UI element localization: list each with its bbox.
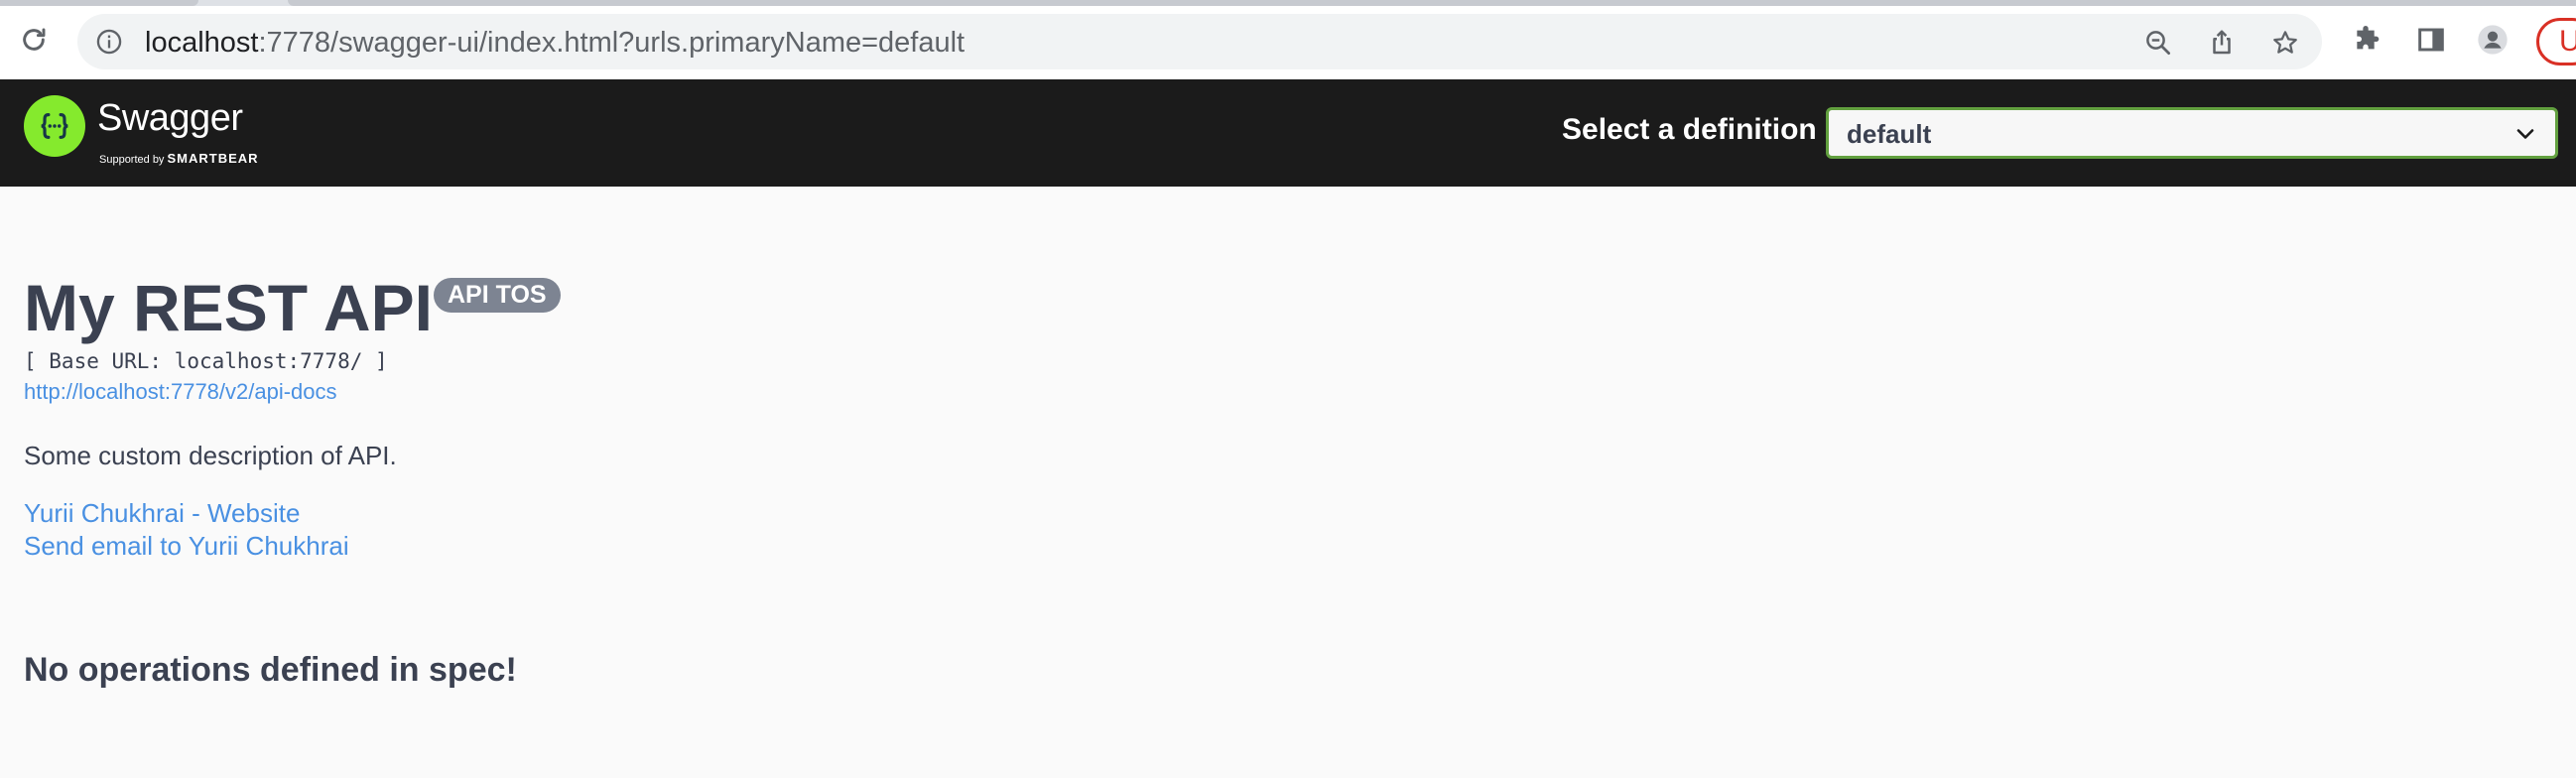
tab-strip [0,0,2576,6]
logo-sub-brand: SMARTBEAR [167,151,259,166]
browser-toolbar: localhost:7778/swagger-ui/index.html?url… [0,0,2576,79]
chevron-down-icon [2516,129,2534,139]
zoom-out-icon[interactable] [2143,28,2173,58]
url-host: localhost [145,27,259,59]
base-url: [ Base URL: localhost:7778/ ] [24,349,388,373]
tab-inactive-left[interactable] [0,0,198,6]
profile-button[interactable]: U [2536,18,2576,65]
reload-icon [23,28,46,51]
url-path: :7778/swagger-ui/index.html?urls.primary… [258,27,966,59]
share-icon[interactable] [2207,28,2237,58]
contact-email-link[interactable]: Send email to Yurii Chukhrai [24,531,349,562]
definition-select[interactable]: default [1826,107,2558,159]
swagger-logo-text: Swagger [97,97,243,139]
address-bar[interactable]: localhost:7778/swagger-ui/index.html?url… [77,14,2322,69]
site-info-icon[interactable] [95,28,123,56]
contact-website-link[interactable]: Yurii Chukhrai - Website [24,498,300,529]
logo-sub-prefix: Supported by [99,154,165,166]
swagger-logo-icon [24,95,85,157]
swagger-logo-subtitle: Supported by SMARTBEAR [99,151,259,166]
extensions-puzzle-icon[interactable] [2350,24,2382,56]
swagger-logo[interactable]: Swagger Supported by SMARTBEAR [24,95,282,171]
side-panel-icon[interactable] [2415,24,2447,56]
api-version-badge: API TOS [434,278,561,313]
address-url[interactable]: localhost:7778/swagger-ui/index.html?url… [145,27,965,60]
reload-button[interactable] [14,20,54,60]
account-avatar-icon[interactable] [2477,24,2509,56]
api-docs-link[interactable]: http://localhost:7778/v2/api-docs [24,379,337,405]
bookmark-star-icon[interactable] [2270,28,2300,58]
no-operations-message: No operations defined in spec! [24,651,517,689]
tab-inactive-right[interactable] [288,0,2576,6]
select-definition-label: Select a definition [1562,113,1817,146]
definition-select-value: default [1847,119,1932,149]
api-title: My REST API [24,271,433,344]
swagger-topbar: Swagger Supported by SMARTBEAR Select a … [0,79,2576,187]
api-description: Some custom description of API. [24,441,397,470]
